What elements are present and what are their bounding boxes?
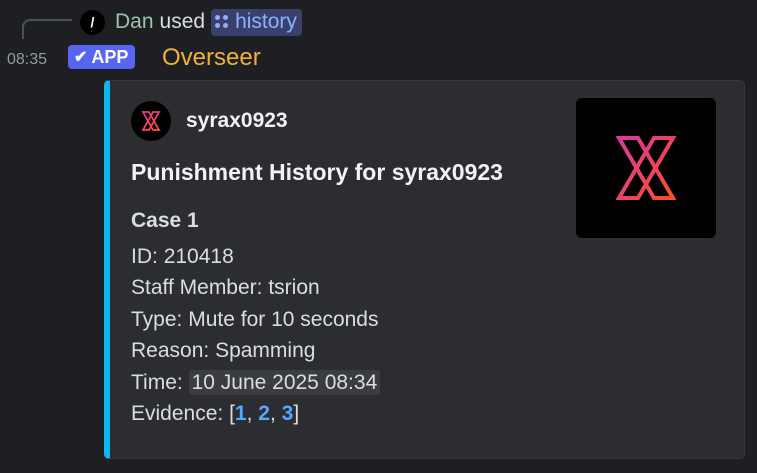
- embed-title: Punishment History for syrax0923: [131, 159, 503, 185]
- embed-card: syrax0923 Punishment History for syrax09…: [104, 80, 745, 459]
- case-id-line: ID: 210418: [131, 245, 234, 269]
- embed-author: syrax0923: [131, 101, 288, 141]
- evidence-link-3[interactable]: 3: [282, 402, 294, 425]
- reason-line: Reason: Spamming: [131, 339, 315, 363]
- command-app-icon: [215, 14, 229, 29]
- discord-chat-view: / Dan used history 08:35 ✔ APP Overseer: [0, 0, 757, 473]
- type-line: Type: Mute for 10 seconds: [131, 308, 379, 332]
- type-label: Type:: [131, 308, 183, 331]
- app-badge-label: APP: [91, 46, 129, 67]
- slash-command-icon: /: [80, 9, 105, 35]
- staff-member-value: tsrion: [268, 276, 320, 299]
- author-avatar[interactable]: [131, 101, 171, 141]
- case-id-label: ID:: [131, 245, 158, 268]
- command-reply-header[interactable]: / Dan used history: [80, 7, 302, 37]
- embed-author-name: syrax0923: [186, 109, 288, 132]
- time-line: Time: 10 June 2025 08:34: [131, 370, 381, 395]
- case-heading: Case 1: [131, 209, 199, 232]
- evidence-separator: ,: [269, 402, 276, 425]
- staff-member-line: Staff Member: tsrion: [131, 276, 320, 300]
- message-author[interactable]: Overseer: [162, 44, 261, 72]
- reason-label: Reason:: [131, 339, 210, 362]
- staff-member-label: Staff Member:: [131, 276, 263, 299]
- embed-thumbnail[interactable]: [576, 98, 716, 238]
- evidence-line: Evidence: [1, 2, 3]: [131, 402, 299, 426]
- evidence-separator: ,: [246, 402, 253, 425]
- reply-verb: used: [159, 10, 206, 33]
- app-badge: ✔ APP: [68, 45, 136, 69]
- message-timestamp[interactable]: 08:35: [7, 51, 47, 69]
- time-label: Time:: [131, 371, 183, 394]
- case-id-value: 210418: [163, 245, 234, 268]
- evidence-link-1[interactable]: 1: [235, 402, 247, 425]
- evidence-label: Evidence:: [131, 402, 224, 425]
- evidence-link-2[interactable]: 2: [258, 402, 270, 425]
- command-name: history: [235, 9, 297, 33]
- command-mention[interactable]: history: [211, 8, 302, 36]
- evidence-bracket-close: ]: [293, 402, 300, 425]
- time-value[interactable]: 10 June 2025 08:34: [188, 370, 381, 395]
- x-logo-icon: [141, 111, 161, 131]
- reason-value: Spamming: [215, 339, 316, 362]
- x-logo-icon: [615, 136, 677, 200]
- reply-connector-line: [22, 19, 72, 39]
- type-value: Mute for 10 seconds: [188, 308, 379, 331]
- reply-username[interactable]: Dan: [115, 10, 154, 34]
- verified-check-icon: ✔: [74, 49, 88, 66]
